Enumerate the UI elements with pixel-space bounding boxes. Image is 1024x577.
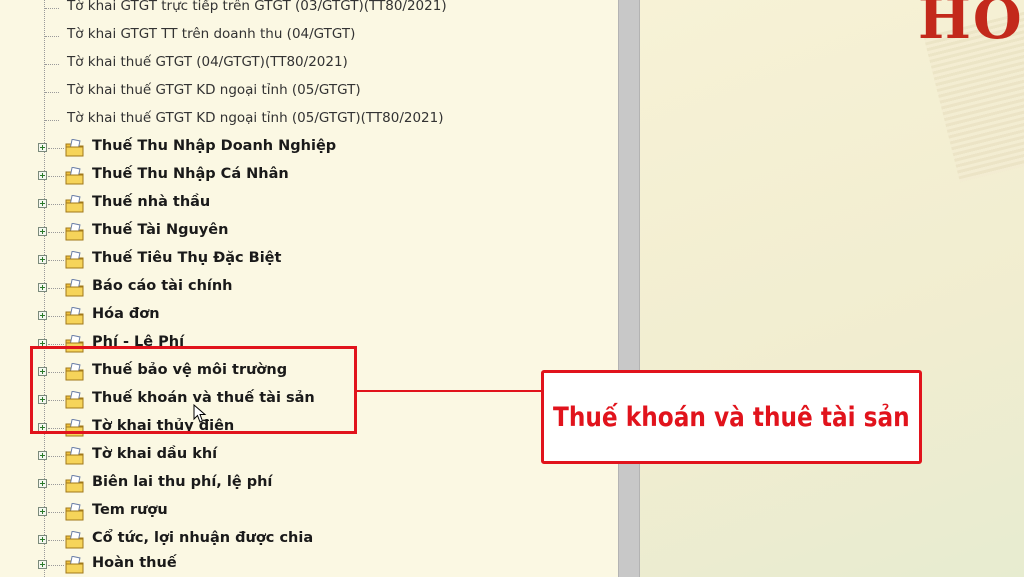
- highlight-box: [30, 346, 357, 434]
- tree-item-co-tuc[interactable]: Cổ tức, lợi nhuận được chia: [0, 527, 610, 555]
- tree-branch-line: [48, 288, 64, 289]
- tree-branch-line: [48, 232, 64, 233]
- expand-plus-icon[interactable]: [38, 283, 47, 292]
- tree-item-label: Cổ tức, lợi nhuận được chia: [92, 530, 314, 546]
- folder-document-icon: [65, 447, 84, 465]
- tree-branch-line: [48, 484, 64, 485]
- tree-subitem-label: Tờ khai GTGT trực tiếp trên GTGT (03/GTG…: [67, 0, 447, 14]
- folder-document-icon: [65, 279, 84, 297]
- tree-panel: Tờ khai GTGT trực tiếp trên GTGT (03/GTG…: [0, 0, 618, 577]
- folder-document-icon: [65, 195, 84, 213]
- expand-plus-icon[interactable]: [38, 227, 47, 236]
- expand-plus-icon[interactable]: [38, 171, 47, 180]
- tree-branch-line: [45, 8, 59, 9]
- tree-subitem-label: Tờ khai thuế GTGT (04/GTGT)(TT80/2021): [67, 54, 348, 70]
- tree-item-hoan-thue[interactable]: Hoàn thuế: [0, 552, 610, 577]
- tree-item-thue-ttdb[interactable]: Thuế Tiêu Thụ Đặc Biệt: [0, 247, 610, 275]
- folder-document-icon: [65, 167, 84, 185]
- tree-item-label: Thuế Thu Nhập Doanh Nghiệp: [92, 138, 337, 154]
- tree-branch-line: [45, 64, 59, 65]
- tree-item-hoa-don[interactable]: Hóa đơn: [0, 303, 610, 331]
- tree-item-bien-lai-thu-phi[interactable]: Biên lai thu phí, lệ phí: [0, 471, 610, 499]
- content-area: HO: [640, 0, 1024, 577]
- tree-branch-line: [48, 260, 64, 261]
- tree-branch-line: [48, 456, 64, 457]
- tree-item-label: Thuế Thu Nhập Cá Nhân: [92, 166, 289, 182]
- tree-branch-line: [48, 176, 64, 177]
- tree-item-thue-tncn[interactable]: Thuế Thu Nhập Cá Nhân: [0, 163, 610, 191]
- tree-branch-line: [45, 36, 59, 37]
- expand-plus-icon[interactable]: [38, 311, 47, 320]
- tree-item-label: Hóa đơn: [92, 306, 160, 322]
- tree-subitem-05-gtgt[interactable]: Tờ khai thuế GTGT KD ngoại tỉnh (05/GTGT…: [0, 79, 610, 107]
- tree-branch-line: [48, 148, 64, 149]
- tree-branch-line: [48, 344, 64, 345]
- folder-document-icon: [65, 251, 84, 269]
- folder-document-icon: [65, 223, 84, 241]
- tree-branch-line: [48, 565, 64, 566]
- expand-plus-icon[interactable]: [38, 143, 47, 152]
- expand-plus-icon[interactable]: [38, 255, 47, 264]
- tree-item-thue-tai-nguyen[interactable]: Thuế Tài Nguyên: [0, 219, 610, 247]
- tree-item-label: Tem rượu: [92, 502, 168, 518]
- tree-item-label: Thuế Tiêu Thụ Đặc Biệt: [92, 250, 282, 266]
- expand-plus-icon[interactable]: [38, 451, 47, 460]
- tree-branch-line: [48, 540, 64, 541]
- tree-subitem-04-gtgt[interactable]: Tờ khai GTGT TT trên doanh thu (04/GTGT): [0, 23, 610, 51]
- callout-connector-line: [357, 390, 542, 392]
- tree-item-thue-nha-thau[interactable]: Thuế nhà thầu: [0, 191, 610, 219]
- tree-item-thue-tndn[interactable]: Thuế Thu Nhập Doanh Nghiệp: [0, 135, 610, 163]
- tree-subitem-03-gtgt-tt80[interactable]: Tờ khai GTGT trực tiếp trên GTGT (03/GTG…: [0, 0, 610, 23]
- expand-plus-icon[interactable]: [38, 560, 47, 569]
- folder-document-icon: [65, 556, 84, 574]
- tree-item-label: Hoàn thuế: [92, 555, 177, 571]
- tree-item-label: Thuế Tài Nguyên: [92, 222, 229, 238]
- expand-plus-icon[interactable]: [38, 479, 47, 488]
- folder-document-icon: [65, 475, 84, 493]
- callout-text: Thuế khoán và thuê tài sản: [553, 401, 910, 433]
- tree-subitem-label: Tờ khai thuế GTGT KD ngoại tỉnh (05/GTGT…: [67, 82, 361, 98]
- tree-branch-line: [45, 120, 59, 121]
- tree-item-label: Biên lai thu phí, lệ phí: [92, 474, 273, 490]
- tree-subitem-label: Tờ khai thuế GTGT KD ngoại tỉnh (05/GTGT…: [67, 110, 444, 126]
- expand-plus-icon[interactable]: [38, 199, 47, 208]
- app-logo-text: HO: [918, 0, 1024, 52]
- expand-plus-icon[interactable]: [38, 535, 47, 544]
- expand-plus-icon[interactable]: [38, 507, 47, 516]
- tree-item-to-khai-dau-khi[interactable]: Tờ khai dầu khí: [0, 443, 610, 471]
- folder-document-icon: [65, 531, 84, 549]
- tree-item-label: Báo cáo tài chính: [92, 278, 233, 294]
- tree-item-tem-ruou[interactable]: Tem rượu: [0, 499, 610, 527]
- callout-label-box: Thuế khoán và thuê tài sản: [541, 370, 922, 464]
- folder-document-icon: [65, 503, 84, 521]
- tree-branch-line: [48, 316, 64, 317]
- tree-branch-line: [45, 92, 59, 93]
- tree-subitem-04-gtgt-tt80[interactable]: Tờ khai thuế GTGT (04/GTGT)(TT80/2021): [0, 51, 610, 79]
- tree-branch-line: [48, 512, 64, 513]
- tree-subitem-label: Tờ khai GTGT TT trên doanh thu (04/GTGT): [67, 26, 356, 42]
- tree-subitem-05-gtgt-tt80[interactable]: Tờ khai thuế GTGT KD ngoại tỉnh (05/GTGT…: [0, 107, 610, 135]
- folder-document-icon: [65, 307, 84, 325]
- tree-item-label: Tờ khai dầu khí: [92, 446, 218, 462]
- vertical-scrollbar[interactable]: [618, 0, 640, 577]
- tree-branch-line: [48, 204, 64, 205]
- tree-item-bao-cao-tai-chinh[interactable]: Báo cáo tài chính: [0, 275, 610, 303]
- tree-item-label: Thuế nhà thầu: [92, 194, 211, 210]
- folder-document-icon: [65, 139, 84, 157]
